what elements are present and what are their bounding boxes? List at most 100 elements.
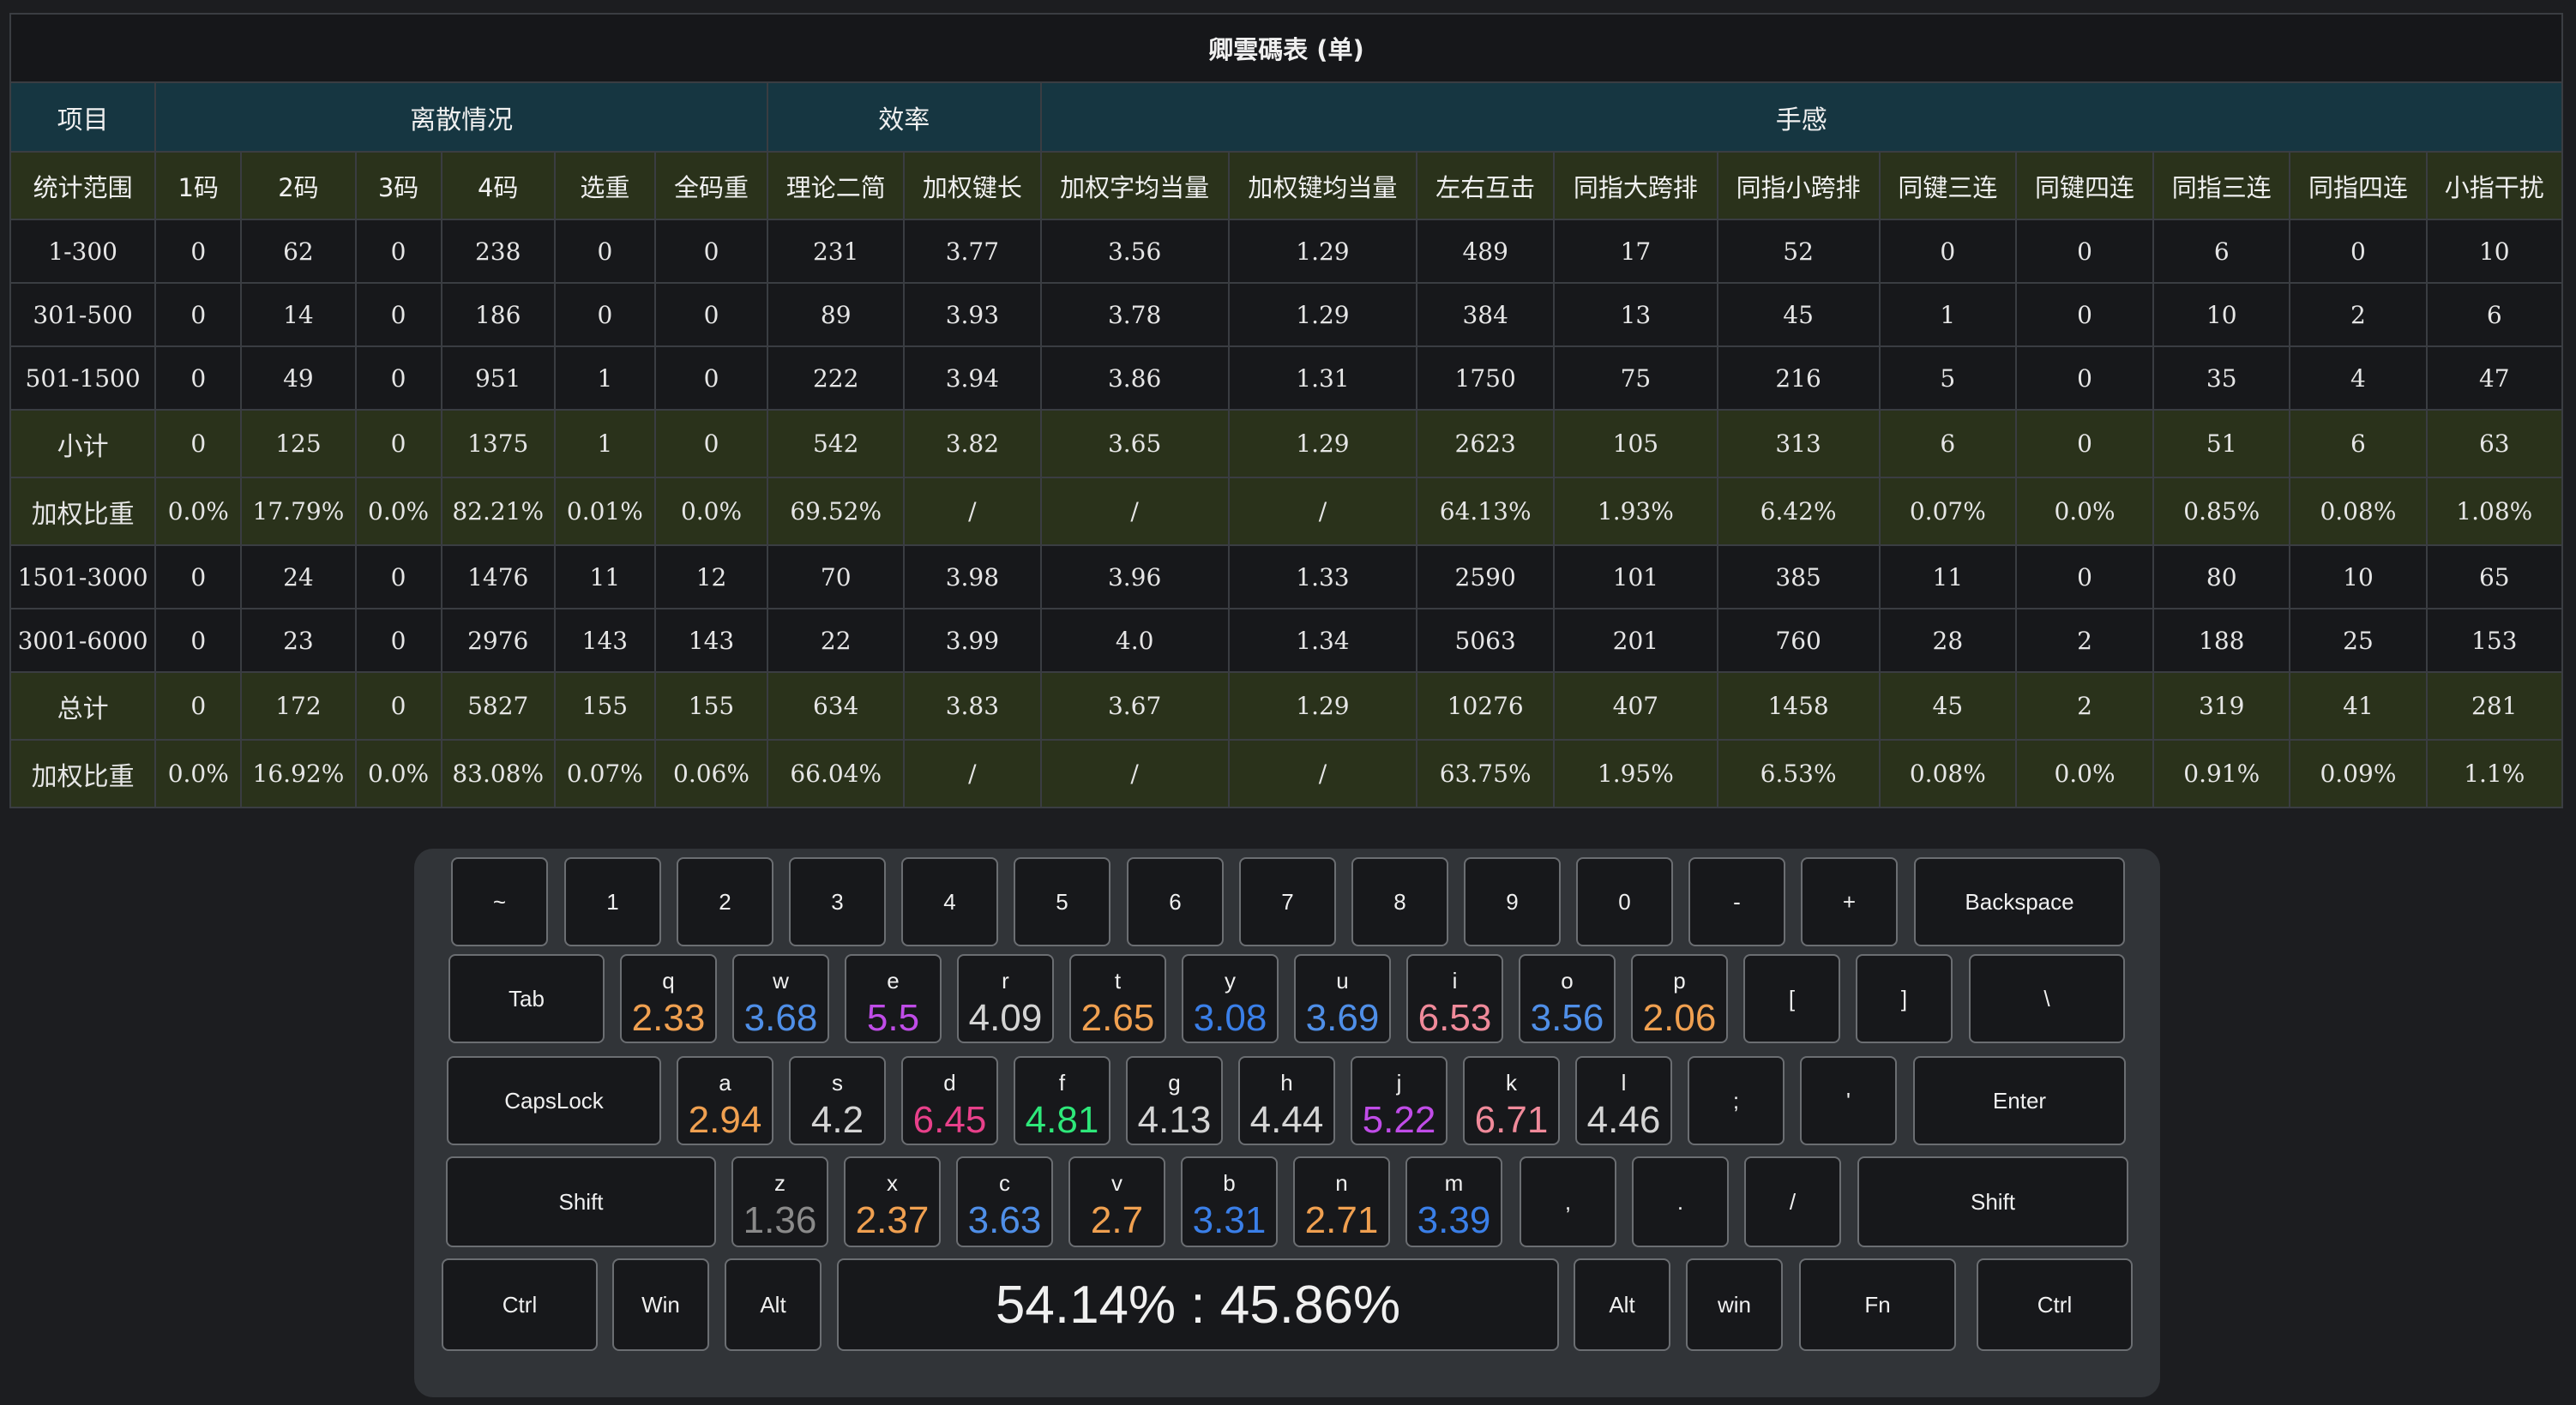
key-c[interactable]: c 3.63 [956,1156,1053,1247]
key-s[interactable]: s 4.2 [789,1056,886,1145]
table-cell: 3.77 [903,219,1042,284]
key-e[interactable]: e 5.5 [845,954,942,1043]
key-6[interactable]: 6 [1127,857,1224,946]
table-cell: 2976 [440,608,556,673]
table-cell: 0.0% [2014,739,2155,808]
key-a[interactable]: a 2.94 [677,1056,773,1145]
key-x[interactable]: x 2.37 [844,1156,941,1247]
key-t[interactable]: t 2.65 [1069,954,1166,1043]
key-j[interactable]: j 5.22 [1351,1056,1447,1145]
key-semicolon[interactable]: ; [1688,1056,1785,1145]
key-label: Fn [1864,1291,1891,1318]
key-label: Win [641,1291,680,1318]
table-cell: 6 [2289,409,2428,478]
key-r[interactable]: r 4.09 [957,954,1054,1043]
key-u[interactable]: u 3.69 [1294,954,1391,1043]
key-ctrl[interactable]: Ctrl [442,1258,598,1351]
key-3[interactable]: 3 [789,857,886,946]
key-backslash[interactable]: \ [1969,954,2125,1043]
key-7[interactable]: 7 [1239,857,1336,946]
key-period[interactable]: . [1632,1156,1729,1247]
key-shift[interactable]: Shift [1857,1156,2128,1247]
row-label: 3001-6000 [9,608,157,673]
key-win[interactable]: win [1686,1258,1783,1351]
table-cell: 24 [240,544,357,609]
table-cell: 0 [154,544,243,609]
column-header: 同键四连 [2014,151,2155,220]
table-cell: 1.08% [2425,477,2564,546]
table-cell: 0 [1878,219,2017,284]
key-tab[interactable]: Tab [448,954,605,1043]
table-cell: 3.96 [1039,544,1230,609]
key-enter[interactable]: Enter [1913,1056,2126,1145]
key-1[interactable]: 1 [564,857,661,946]
key-ctrl[interactable]: Ctrl [1977,1258,2133,1351]
key-slash[interactable]: / [1744,1156,1841,1247]
key-comma[interactable]: , [1520,1156,1616,1247]
table-cell: 51 [2152,409,2291,478]
key-alt[interactable]: Alt [1574,1258,1670,1351]
keyboard: ~1 2 3 4 5 6 7 8 9 0 - + Backspace Tab q 2.33 w 3.68 e 5.5 r… [414,849,2160,1397]
key-w[interactable]: w 3.68 [732,954,829,1043]
key-bracket-left[interactable]: [ [1743,954,1840,1043]
key-shift[interactable]: Shift [446,1156,716,1247]
key-bracket-right[interactable]: ] [1856,954,1953,1043]
table-cell: 489 [1416,219,1556,284]
key-label: ; [1732,1087,1740,1114]
table-row: 1501-3000 0 24 0 1476 11 12 70 3.98 3.96 1.33 2590 1… [9,544,2564,609]
table-cell: 1.29 [1227,219,1418,284]
key-letter: n [1335,1170,1348,1196]
key-l[interactable]: l 4.46 [1575,1056,1672,1145]
key-win[interactable]: Win [612,1258,709,1351]
key-i[interactable]: i 6.53 [1406,954,1503,1043]
table-cell: 0.01% [553,477,656,546]
key-k[interactable]: k 6.71 [1463,1056,1560,1145]
key-v[interactable]: v 2.7 [1068,1156,1165,1247]
table-cell: 0 [2014,282,2155,347]
key-plus[interactable]: + [1801,857,1898,946]
key-b[interactable]: b 3.31 [1181,1156,1278,1247]
table-row: 3001-6000 0 23 0 2976 143 143 22 3.99 4.0 1.34 5063… [9,608,2564,673]
key-alt[interactable]: Alt [725,1258,822,1351]
group-feel: 手感 [1039,81,2563,153]
key-label: 9 [1506,888,1519,915]
key-9[interactable]: 9 [1464,857,1561,946]
table-cell: 319 [2152,671,2291,741]
table-cell: 0 [154,345,243,411]
key-capslock[interactable]: CapsLock [447,1056,661,1145]
key-minus[interactable]: - [1688,857,1785,946]
key-z[interactable]: z 1.36 [731,1156,828,1247]
row-label: 301-500 [9,282,157,347]
key-d[interactable]: d 6.45 [901,1056,998,1145]
key-weight-value: 3.68 [743,997,818,1039]
key-p[interactable]: p 2.06 [1631,954,1728,1043]
table-cell: 45 [1716,282,1881,347]
key-4[interactable]: 4 [901,857,998,946]
key-y[interactable]: y 3.08 [1182,954,1279,1043]
table-cell: 216 [1716,345,1881,411]
key-0[interactable]: 0 [1576,857,1673,946]
summary-row: 总计 0 172 0 5827 155 155 634 3.83 3.67 1.29 10276 407… [9,671,2564,741]
key-n[interactable]: n 2.71 [1293,1156,1390,1247]
key-m[interactable]: m 3.39 [1405,1156,1502,1247]
key-backspace[interactable]: Backspace [1914,857,2125,946]
space-key-hand-balance[interactable]: 54.14% : 45.86% [837,1258,1559,1351]
key-5[interactable]: 5 [1014,857,1110,946]
table-cell: 0.0% [354,739,442,808]
table-cell: 0 [2014,345,2155,411]
key-g[interactable]: g 4.13 [1126,1056,1223,1145]
key-q[interactable]: q 2.33 [620,954,717,1043]
key-label: Alt [1609,1291,1635,1318]
key-fn[interactable]: Fn [1799,1258,1956,1351]
table-title: 卿雲碼表 (单) [9,13,2563,83]
table-cell: 153 [2425,608,2564,673]
key-8[interactable]: 8 [1351,857,1448,946]
key-o[interactable]: o 3.56 [1519,954,1616,1043]
key-quote[interactable]: ' [1800,1056,1897,1145]
key-h[interactable]: h 4.44 [1238,1056,1335,1145]
key-weight-value: 2.37 [855,1199,930,1241]
key-f[interactable]: f 4.81 [1014,1056,1110,1145]
key-tilde[interactable]: ~ [451,857,548,946]
table-cell: 0.08% [2289,477,2428,546]
key-2[interactable]: 2 [677,857,773,946]
